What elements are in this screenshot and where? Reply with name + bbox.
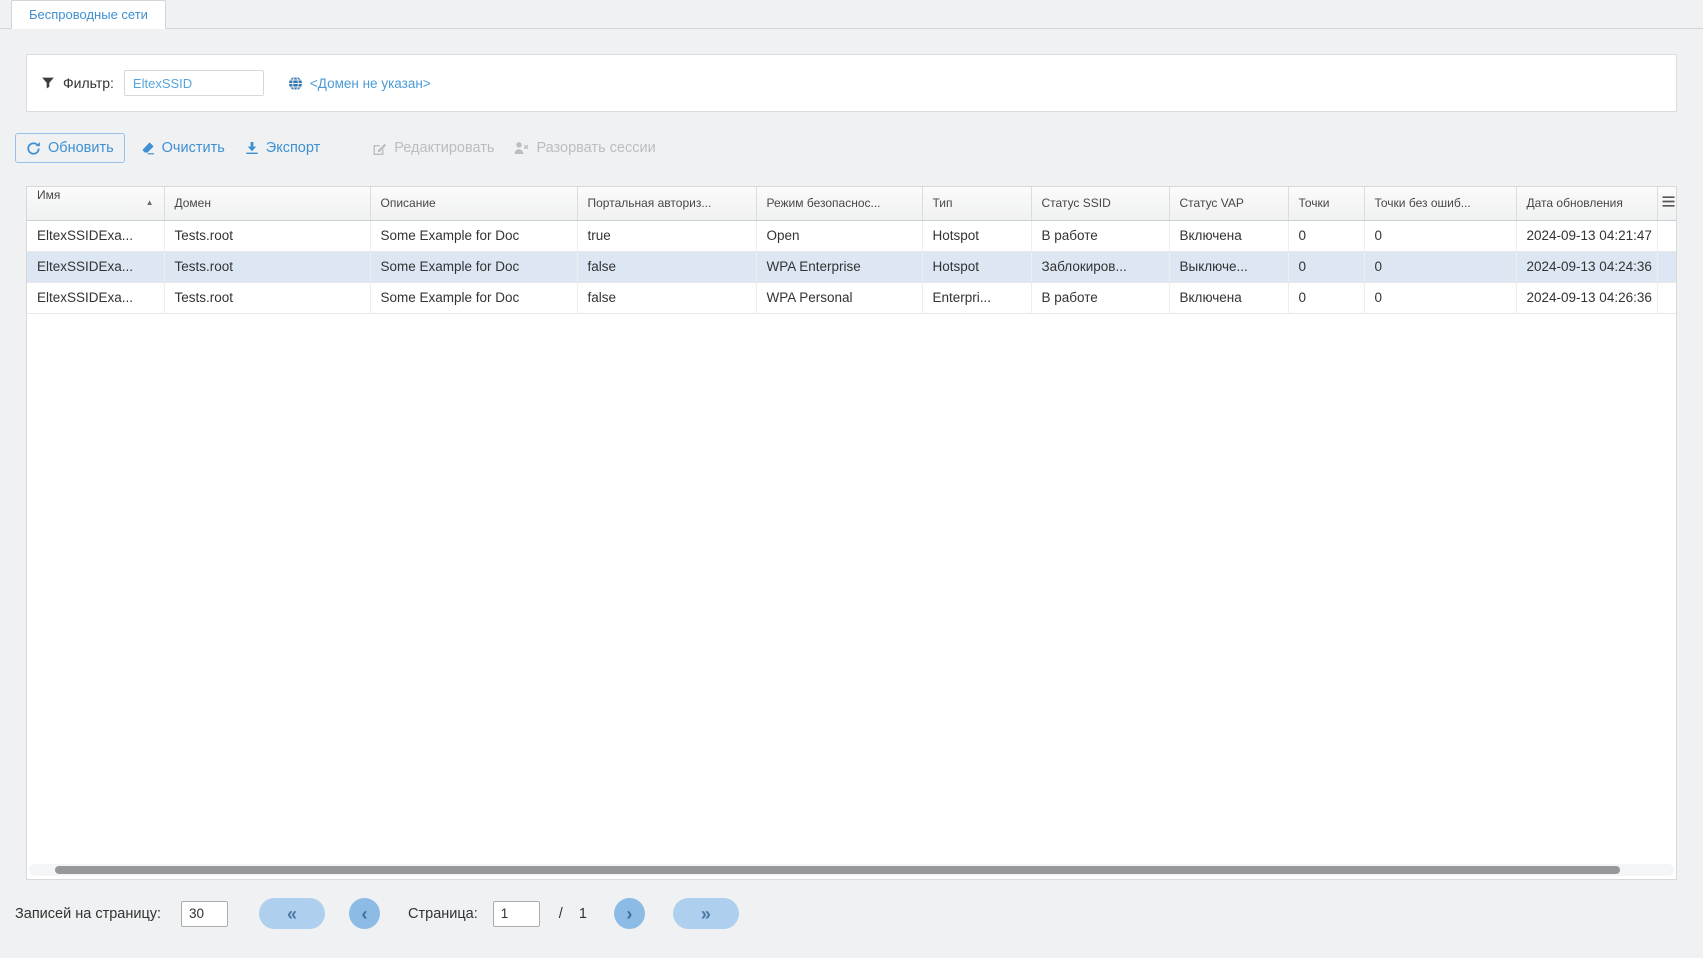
download-icon [245, 141, 259, 155]
horizontal-scrollbar-thumb[interactable] [55, 866, 1620, 874]
column-header-portal-auth[interactable]: Портальная авториз... [577, 187, 756, 220]
last-page-icon: » [701, 905, 711, 923]
cell-menu-spacer [1657, 282, 1677, 313]
page-label: Страница: [408, 906, 478, 922]
filter-funnel-icon [41, 76, 55, 90]
wireless-networks-grid: ▲ Имя Домен Описание Портальная авториз.… [26, 186, 1677, 880]
cell-ssid-status: Заблокиров... [1031, 251, 1169, 282]
cell-security-mode: WPA Personal [756, 282, 922, 313]
column-header-vap-status[interactable]: Статус VAP [1169, 187, 1288, 220]
table-row[interactable]: EltexSSIDExa... Tests.root Some Example … [27, 282, 1677, 313]
next-page-button[interactable]: › [614, 898, 645, 929]
cell-description: Some Example for Doc [370, 251, 577, 282]
cell-security-mode: WPA Enterprise [756, 251, 922, 282]
cell-portal-auth: true [577, 220, 756, 251]
first-page-button[interactable]: « [259, 898, 325, 929]
cell-description: Some Example for Doc [370, 282, 577, 313]
filter-panel: Фильтр: <Домен не указан> [26, 54, 1677, 112]
column-header-domain[interactable]: Домен [164, 187, 370, 220]
domain-selector-label: <Домен не указан> [310, 76, 431, 91]
column-menu-icon [1662, 196, 1675, 207]
cell-domain: Tests.root [164, 282, 370, 313]
last-page-button[interactable]: » [673, 898, 739, 929]
first-page-icon: « [287, 905, 297, 923]
column-header-points[interactable]: Точки [1288, 187, 1364, 220]
cell-type: Hotspot [922, 251, 1031, 282]
cell-type: Hotspot [922, 220, 1031, 251]
column-header-updated-at[interactable]: Дата обновления [1516, 187, 1657, 220]
column-header-security-mode[interactable]: Режим безопаснос... [756, 187, 922, 220]
prev-page-icon: ‹ [362, 905, 368, 923]
column-menu-button[interactable] [1657, 187, 1677, 220]
cell-points: 0 [1288, 251, 1364, 282]
cell-domain: Tests.root [164, 251, 370, 282]
prev-page-button[interactable]: ‹ [349, 898, 380, 929]
total-pages: 1 [579, 906, 587, 922]
table-row[interactable]: EltexSSIDExa... Tests.root Some Example … [27, 251, 1677, 282]
cell-name: EltexSSIDExa... [27, 282, 164, 313]
cell-name: EltexSSIDExa... [27, 220, 164, 251]
cell-points-no-errors: 0 [1364, 251, 1516, 282]
edit-pencil-icon [372, 141, 387, 156]
cell-points: 0 [1288, 282, 1364, 313]
cell-security-mode: Open [756, 220, 922, 251]
cell-vap-status: Выключе... [1169, 251, 1288, 282]
per-page-label: Записей на страницу: [15, 906, 161, 922]
cell-updated-at: 2024-09-13 04:21:47 [1516, 220, 1657, 251]
next-page-icon: › [626, 905, 632, 923]
cell-name: EltexSSIDExa... [27, 251, 164, 282]
sort-asc-icon: ▲ [146, 188, 154, 218]
cell-ssid-status: В работе [1031, 220, 1169, 251]
column-header-name-label: Имя [37, 188, 60, 202]
column-header-ssid-status[interactable]: Статус SSID [1031, 187, 1169, 220]
horizontal-scrollbar-track [29, 864, 1674, 876]
cell-vap-status: Включена [1169, 282, 1288, 313]
cell-domain: Tests.root [164, 220, 370, 251]
cell-points-no-errors: 0 [1364, 282, 1516, 313]
terminate-sessions-button-label: Разорвать сессии [536, 140, 655, 156]
cell-description: Some Example for Doc [370, 220, 577, 251]
tab-bar: Беспроводные сети [0, 0, 1703, 29]
cell-ssid-status: В работе [1031, 282, 1169, 313]
clear-button-label: Очистить [162, 140, 225, 156]
pagination-bar: Записей на страницу: « ‹ Страница: / 1 ›… [15, 898, 1703, 929]
refresh-icon [26, 141, 41, 156]
cell-menu-spacer [1657, 220, 1677, 251]
export-button-label: Экспорт [266, 140, 320, 156]
globe-icon [288, 76, 303, 91]
export-button[interactable]: Экспорт [245, 140, 320, 156]
filter-label: Фильтр: [63, 75, 114, 91]
cell-portal-auth: false [577, 251, 756, 282]
refresh-button-label: Обновить [48, 140, 114, 156]
cell-points-no-errors: 0 [1364, 220, 1516, 251]
cell-vap-status: Включена [1169, 220, 1288, 251]
filter-input[interactable] [124, 70, 264, 96]
edit-button[interactable]: Редактировать [372, 140, 494, 156]
tab-wireless-networks[interactable]: Беспроводные сети [11, 0, 166, 29]
column-header-name[interactable]: ▲ Имя [27, 187, 164, 220]
page-separator: / [559, 906, 563, 922]
column-header-type[interactable]: Тип [922, 187, 1031, 220]
refresh-button[interactable]: Обновить [15, 133, 125, 163]
cell-updated-at: 2024-09-13 04:26:36 [1516, 282, 1657, 313]
user-x-icon [514, 141, 529, 155]
table-header-row: ▲ Имя Домен Описание Портальная авториз.… [27, 187, 1677, 220]
cell-portal-auth: false [577, 282, 756, 313]
domain-selector[interactable]: <Домен не указан> [280, 72, 439, 95]
cell-menu-spacer [1657, 251, 1677, 282]
wireless-networks-table: ▲ Имя Домен Описание Портальная авториз.… [27, 187, 1677, 314]
cell-points: 0 [1288, 220, 1364, 251]
edit-button-label: Редактировать [394, 140, 494, 156]
eraser-icon [141, 141, 155, 155]
terminate-sessions-button[interactable]: Разорвать сессии [514, 140, 655, 156]
page-input[interactable] [493, 901, 540, 927]
clear-button[interactable]: Очистить [141, 140, 225, 156]
per-page-input[interactable] [181, 901, 228, 927]
toolbar: Обновить Очистить Экспорт Редактировать [15, 132, 1703, 164]
cell-updated-at: 2024-09-13 04:24:36 [1516, 251, 1657, 282]
column-header-description[interactable]: Описание [370, 187, 577, 220]
column-header-points-no-errors[interactable]: Точки без ошиб... [1364, 187, 1516, 220]
table-row[interactable]: EltexSSIDExa... Tests.root Some Example … [27, 220, 1677, 251]
cell-type: Enterpri... [922, 282, 1031, 313]
